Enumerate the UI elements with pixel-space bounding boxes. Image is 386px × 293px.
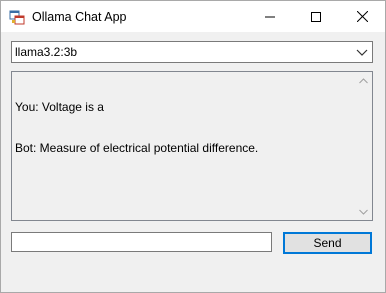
send-button-label: Send xyxy=(313,236,342,250)
send-button[interactable]: Send xyxy=(283,232,372,254)
app-window-icon xyxy=(9,9,25,25)
close-button[interactable] xyxy=(339,1,385,32)
minimize-button[interactable] xyxy=(247,1,293,32)
chevron-down-icon[interactable] xyxy=(355,46,369,58)
maximize-icon xyxy=(311,11,321,22)
chat-history[interactable]: You: Voltage is a Bot: Measure of electr… xyxy=(11,71,373,221)
window-title: Ollama Chat App xyxy=(32,10,127,24)
chat-scrollbar[interactable] xyxy=(355,72,372,220)
maximize-button[interactable] xyxy=(293,1,339,32)
chat-line: You: Voltage is a xyxy=(15,100,104,114)
model-select-value: llama3.2:3b xyxy=(15,45,78,59)
close-icon xyxy=(356,11,368,22)
scroll-up-button[interactable] xyxy=(355,72,372,89)
scroll-up-icon xyxy=(359,77,368,83)
scroll-down-icon xyxy=(359,209,368,215)
title-bar[interactable]: Ollama Chat App xyxy=(1,1,385,32)
model-select[interactable]: llama3.2:3b xyxy=(11,41,373,63)
scroll-down-button[interactable] xyxy=(355,203,372,220)
message-input[interactable] xyxy=(11,232,272,252)
minimize-icon xyxy=(265,16,275,17)
app-window: Ollama Chat App llama3.2:3b You: Voltage… xyxy=(0,0,386,293)
chat-line: Bot: Measure of electrical potential dif… xyxy=(15,140,259,155)
chat-lines: You: Voltage is a Bot: Measure of electr… xyxy=(15,74,352,182)
